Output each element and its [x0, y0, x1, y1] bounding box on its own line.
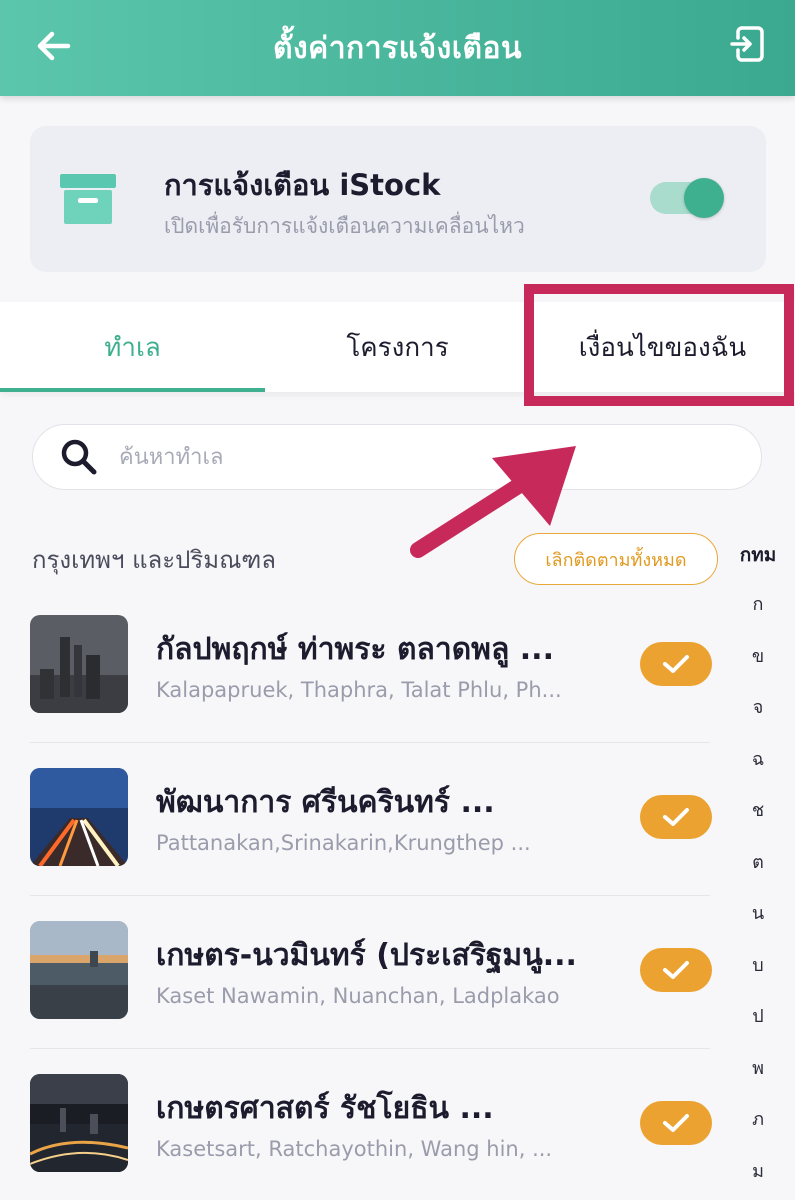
check-icon [663, 1114, 689, 1132]
back-button[interactable] [30, 22, 78, 70]
check-icon [663, 961, 689, 979]
list-item[interactable]: กัลปพฤกษ์ ท่าพระ ตลาดพลู ... Kalapapruek… [0, 590, 720, 743]
follow-check-button[interactable] [640, 1101, 712, 1145]
notification-settings-card: การแจ้งเตือน iStock เปิดเพื่อรับการแจ้งเ… [30, 126, 766, 272]
toggle-knob [684, 178, 724, 218]
list-item[interactable]: เกษตรศาสตร์ รัชโยธิน ... Kasetsart, Ratc… [0, 1049, 720, 1200]
search-input[interactable] [119, 444, 679, 470]
alphabet-index: กทม ก ข จ ฉ ช ต น บ ป พ ภ ม [728, 540, 788, 1200]
highlight-box [524, 284, 794, 406]
check-icon [663, 808, 689, 826]
search-icon [57, 435, 101, 479]
exit-icon [730, 26, 764, 62]
page-title: ตั้งค่าการแจ้งเตือน [273, 30, 522, 66]
search-bar [32, 424, 762, 490]
location-subtitle: Kaset Nawamin, Nuanchan, Ladplakao [156, 984, 560, 1008]
index-letter[interactable]: น [752, 901, 764, 953]
notification-toggle[interactable] [650, 178, 724, 218]
list-item[interactable]: พัฒนาการ ศรีนครินทร์ ... Pattanakan,Srin… [0, 743, 720, 896]
follow-check-button[interactable] [640, 642, 712, 686]
location-title: เกษตร-นวมินทร์ (ประเสริฐมนู... [156, 938, 577, 973]
index-letter[interactable]: ข [752, 644, 764, 696]
location-title: พัฒนาการ ศรีนครินทร์ ... [156, 785, 495, 820]
exit-button[interactable] [723, 20, 771, 68]
tab-location[interactable]: ทำเล [0, 302, 265, 392]
index-letter[interactable]: ฉ [752, 747, 764, 799]
location-thumbnail [30, 615, 128, 713]
location-title: เกษตรศาสตร์ รัชโยธิน ... [156, 1091, 494, 1126]
index-letter[interactable]: พ [752, 1056, 764, 1108]
archive-box-icon [60, 174, 116, 224]
location-thumbnail [30, 921, 128, 1019]
index-letter[interactable]: ก [753, 592, 764, 644]
index-letter[interactable]: บ [752, 953, 763, 1005]
index-letter[interactable]: จ [753, 695, 764, 747]
location-subtitle: Pattanakan,Srinakarin,Krungthep ... [156, 831, 531, 855]
app-header: ตั้งค่าการแจ้งเตือน [0, 0, 795, 96]
location-subtitle: Kalapapruek, Thaphra, Talat Phlu, Ph... [156, 678, 562, 702]
index-letter[interactable]: ต [752, 850, 764, 902]
unfollow-all-button[interactable]: เลิกติดตามทั้งหมด [514, 533, 718, 585]
index-letter[interactable]: ภ [752, 1107, 764, 1159]
section-title: กรุงเทพฯ และปริมณฑล [32, 546, 276, 574]
follow-check-button[interactable] [640, 795, 712, 839]
location-subtitle: Kasetsart, Ratchayothin, Wang hin, ... [156, 1137, 553, 1161]
index-letter[interactable]: ม [752, 1159, 764, 1200]
location-thumbnail [30, 768, 128, 866]
notification-subtitle: เปิดเพื่อรับการแจ้งเตือนความเคลื่อนไหว [164, 214, 525, 238]
index-letter[interactable]: ป [752, 1004, 763, 1056]
arrow-left-icon [37, 31, 71, 61]
index-head[interactable]: กทม [740, 540, 777, 566]
location-title: กัลปพฤกษ์ ท่าพระ ตลาดพลู ... [156, 632, 554, 667]
notification-title: การแจ้งเตือน iStock [164, 168, 441, 202]
follow-check-button[interactable] [640, 948, 712, 992]
tab-project[interactable]: โครงการ [265, 302, 530, 392]
index-letter[interactable]: ช [752, 798, 764, 850]
list-item[interactable]: เกษตร-นวมินทร์ (ประเสริฐมนู... Kaset Naw… [0, 896, 720, 1049]
location-thumbnail [30, 1074, 128, 1172]
check-icon [663, 655, 689, 673]
